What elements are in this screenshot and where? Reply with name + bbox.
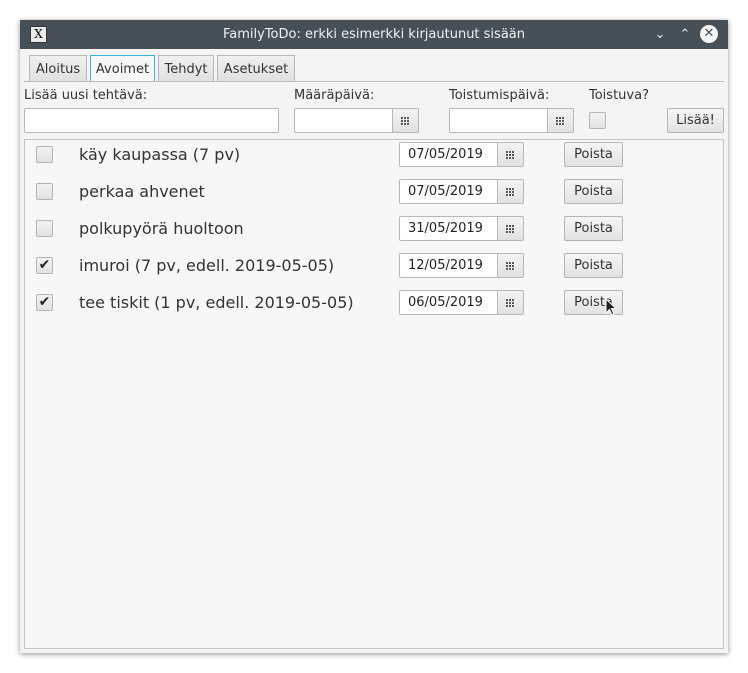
task-date-input[interactable]: 06/05/2019 — [399, 290, 498, 315]
calendar-icon — [506, 151, 515, 159]
task-row: ✔ imuroi (7 pv, edell. 2019-05-05) 12/05… — [25, 251, 723, 288]
delete-task-button[interactable]: Poista — [564, 142, 623, 167]
close-button[interactable]: ✕ — [700, 25, 718, 43]
task-date-input[interactable]: 07/05/2019 — [399, 179, 498, 204]
task-text: käy kaupassa (7 pv) — [79, 145, 241, 164]
calendar-icon — [506, 262, 515, 270]
task-calendar-button[interactable] — [498, 253, 524, 278]
task-date-input[interactable]: 31/05/2019 — [399, 216, 498, 241]
task-text: perkaa ahvenet — [79, 182, 205, 201]
task-list: käy kaupassa (7 pv) 07/05/2019 Poista pe… — [24, 139, 724, 649]
new-task-label: Lisää uusi tehtävä: — [24, 88, 148, 103]
tab-avoimet[interactable]: Avoimet — [90, 55, 155, 81]
title-bar[interactable]: X FamilyToDo: erkki esimerkki kirjautunu… — [20, 20, 728, 49]
task-text: tee tiskit (1 pv, edell. 2019-05-05) — [79, 293, 354, 312]
tab-asetukset[interactable]: Asetukset — [217, 55, 295, 81]
task-done-checkbox[interactable] — [36, 220, 53, 237]
calendar-icon — [506, 299, 515, 307]
task-done-checkbox[interactable] — [36, 183, 53, 200]
repeat-date-input[interactable] — [449, 108, 548, 133]
calendar-icon — [506, 225, 515, 233]
task-row: käy kaupassa (7 pv) 07/05/2019 Poista — [25, 140, 723, 177]
app-window: X FamilyToDo: erkki esimerkki kirjautunu… — [20, 20, 728, 653]
due-date-label: Määräpäivä: — [294, 88, 375, 103]
task-row: perkaa ahvenet 07/05/2019 Poista — [25, 177, 723, 214]
mouse-cursor-icon — [605, 298, 618, 316]
maximize-button[interactable]: ⌃ — [677, 27, 693, 43]
task-done-checkbox[interactable] — [36, 146, 53, 163]
task-date-input[interactable]: 12/05/2019 — [399, 253, 498, 278]
window-title: FamilyToDo: erkki esimerkki kirjautunut … — [222, 27, 525, 42]
delete-task-button[interactable]: Poista — [564, 253, 623, 278]
repeating-checkbox[interactable] — [589, 112, 606, 129]
repeat-date-calendar-button[interactable] — [548, 108, 574, 133]
task-done-checkbox[interactable]: ✔ — [36, 257, 53, 274]
calendar-icon — [401, 117, 410, 125]
repeating-label: Toistuva? — [589, 88, 649, 103]
calendar-icon — [556, 117, 565, 125]
task-text: polkupyörä huoltoon — [79, 219, 244, 238]
due-date-input[interactable] — [294, 108, 393, 133]
task-text: imuroi (7 pv, edell. 2019-05-05) — [79, 256, 335, 275]
tab-divider — [24, 81, 724, 82]
tab-aloitus[interactable]: Aloitus — [29, 55, 87, 81]
task-row: polkupyörä huoltoon 31/05/2019 Poista — [25, 214, 723, 251]
task-calendar-button[interactable] — [498, 216, 524, 241]
calendar-icon — [506, 188, 515, 196]
repeat-date-label: Toistumispäivä: — [449, 88, 550, 103]
tab-tehdyt[interactable]: Tehdyt — [158, 55, 214, 81]
minimize-button[interactable]: ⌄ — [652, 27, 668, 43]
task-calendar-button[interactable] — [498, 290, 524, 315]
task-done-checkbox[interactable]: ✔ — [36, 294, 53, 311]
task-date-input[interactable]: 07/05/2019 — [399, 142, 498, 167]
due-date-calendar-button[interactable] — [393, 108, 419, 133]
task-calendar-button[interactable] — [498, 179, 524, 204]
add-task-button[interactable]: Lisää! — [667, 108, 724, 133]
delete-task-button[interactable]: Poista — [564, 216, 623, 241]
delete-task-button[interactable]: Poista — [564, 179, 623, 204]
task-calendar-button[interactable] — [498, 142, 524, 167]
new-task-input[interactable] — [24, 108, 279, 133]
